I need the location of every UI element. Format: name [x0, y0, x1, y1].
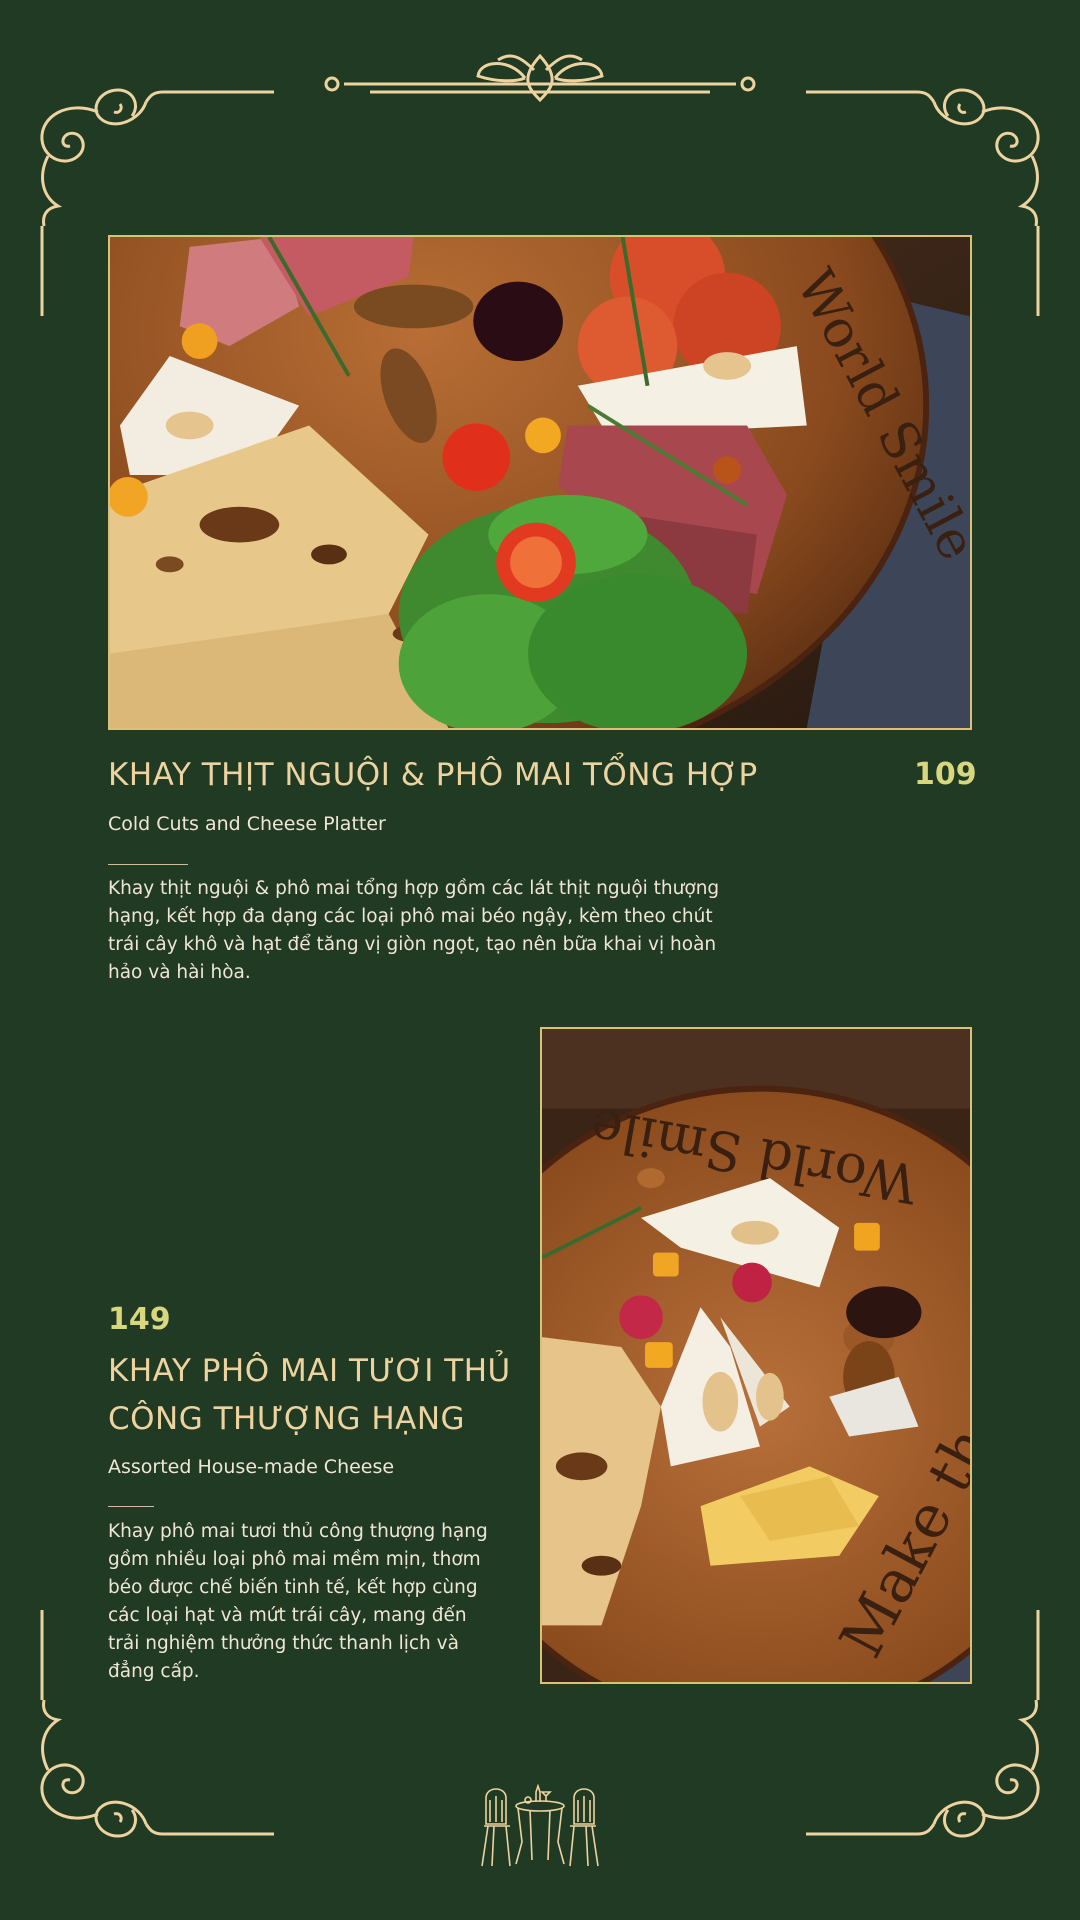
top-center-flourish-icon [324, 53, 756, 103]
item-2-price: 149 [108, 1302, 171, 1337]
item-2-subtitle: Assorted House-made Cheese [108, 1456, 395, 1478]
item-2-title-line-2: CÔNG THƯỢNG HẠNG [108, 1401, 466, 1437]
item-2-divider [108, 1506, 154, 1507]
house-made-cheese-photo: World Smile Make the [540, 1027, 972, 1684]
item-1-description: Khay thịt nguội & phô mai tổng hợp gồm c… [108, 878, 720, 983]
item-1-title: KHAY THỊT NGUỘI & PHÔ MAI TỔNG HỢP [108, 757, 758, 793]
item-2-title-line-1: KHAY PHÔ MAI TƯƠI THỦ [108, 1353, 511, 1389]
item-1-divider [108, 864, 188, 865]
item-1-price: 109 [914, 757, 977, 792]
bistro-table-icon [481, 1783, 599, 1867]
item-2-description: Khay phô mai tươi thủ công thượng hạng g… [108, 1521, 488, 1682]
cold-cuts-platter-photo: World Smile [108, 235, 972, 730]
item-1-subtitle: Cold Cuts and Cheese Platter [108, 813, 386, 835]
